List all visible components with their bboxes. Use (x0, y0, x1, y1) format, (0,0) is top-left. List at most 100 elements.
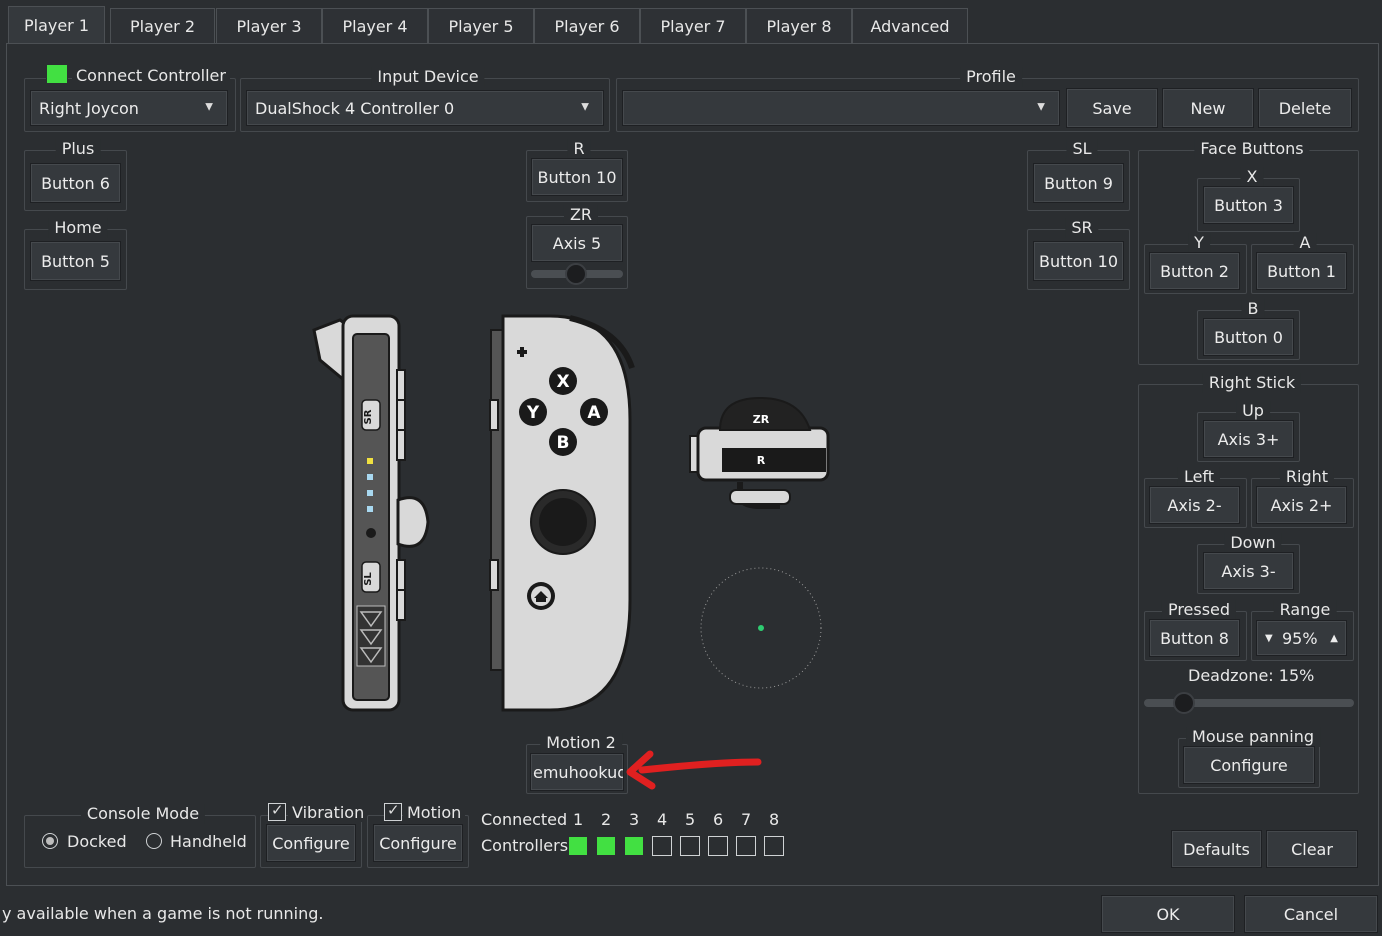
y-mapping-button[interactable]: Button 2 (1149, 252, 1240, 290)
stick-right-label: Right (1279, 467, 1335, 487)
tab-player-3[interactable]: Player 3 (216, 8, 322, 44)
controller-connected-indicator-5[interactable] (680, 836, 700, 856)
profile-select[interactable]: ▼ (622, 90, 1060, 126)
sl-label: SL (1066, 139, 1098, 159)
delete-profile-button[interactable]: Delete (1258, 88, 1352, 128)
zr-label: ZR (563, 205, 599, 225)
tab-player-8[interactable]: Player 8 (746, 8, 852, 44)
controller-connected-indicator-4[interactable] (652, 836, 672, 856)
connect-controller-checkbox[interactable] (46, 64, 68, 84)
red-arrow-annotation (626, 750, 762, 790)
sl-text: SL (363, 572, 374, 586)
zr-text: ZR (753, 413, 770, 426)
controller-connected-indicator-3[interactable] (624, 836, 644, 856)
console-mode-label: Console Mode (80, 804, 206, 824)
stick-right-mapping-button[interactable]: Axis 2+ (1256, 486, 1347, 524)
motion-configure-button[interactable]: Configure (373, 824, 463, 862)
controller-connected-indicator-2[interactable] (596, 836, 616, 856)
sr-text: SR (363, 409, 374, 424)
controller-number-1: 1 (573, 810, 584, 829)
handheld-radio[interactable] (146, 833, 162, 849)
controller-number-8: 8 (769, 810, 780, 829)
r-mapping-button[interactable]: Button 10 (531, 158, 623, 196)
stick-left-mapping-button[interactable]: Axis 2- (1149, 486, 1240, 524)
status-text: y available when a game is not running. (2, 904, 324, 923)
vibration-label: Vibration (288, 803, 369, 822)
tab-player-7[interactable]: Player 7 (640, 8, 746, 44)
stick-up-label: Up (1236, 401, 1270, 421)
r-text: R (757, 454, 766, 467)
plus-mapping-button[interactable]: Button 6 (30, 163, 121, 203)
deadzone-slider-handle[interactable] (1173, 692, 1195, 714)
right-stick-label: Right Stick (1202, 373, 1302, 393)
b-mapping-button[interactable]: Button 0 (1203, 318, 1294, 356)
motion2-mapping-button[interactable]: emuhookud (530, 753, 624, 791)
defaults-button[interactable]: Defaults (1171, 830, 1262, 868)
r-label: R (567, 139, 591, 159)
tab-player-6[interactable]: Player 6 (534, 8, 640, 44)
home-mapping-button[interactable]: Button 5 (30, 241, 121, 281)
clear-button[interactable]: Clear (1266, 830, 1358, 868)
tab-player-2[interactable]: Player 2 (110, 8, 215, 44)
chevron-down-icon: ▼ (581, 101, 589, 113)
zr-mapping-button[interactable]: Axis 5 (531, 224, 623, 262)
stick-down-mapping-button[interactable]: Axis 3- (1203, 552, 1294, 590)
connected-label: Connected (481, 810, 568, 829)
home-label: Home (48, 218, 108, 238)
controller-connected-indicator-8[interactable] (764, 836, 784, 856)
range-spinbox[interactable]: ▼ 95% ▲ (1256, 620, 1347, 656)
stick-left-label: Left (1177, 467, 1221, 487)
controller-connected-indicator-6[interactable] (708, 836, 728, 856)
tab-advanced[interactable]: Advanced (852, 8, 968, 44)
joycon-front-view: X Y A B (489, 314, 635, 712)
zr-slider-handle[interactable] (565, 263, 587, 285)
connect-controller-label: Connect Controller (72, 66, 230, 85)
motion2-label: Motion 2 (540, 733, 622, 753)
plus-label: Plus (55, 139, 101, 159)
tab-player-4[interactable]: Player 4 (322, 8, 428, 44)
controller-connected-indicator-7[interactable] (736, 836, 756, 856)
x-mapping-button[interactable]: Button 3 (1203, 186, 1294, 224)
mouse-panning-configure-button[interactable]: Configure (1183, 746, 1315, 784)
controller-number-5: 5 (685, 810, 696, 829)
controller-type-select[interactable]: Right Joycon ▼ (30, 90, 228, 126)
x-text: X (556, 372, 569, 392)
ok-button[interactable]: OK (1101, 895, 1235, 933)
save-profile-button[interactable]: Save (1066, 88, 1158, 128)
sr-mapping-button[interactable]: Button 10 (1033, 241, 1124, 281)
motion-checkbox[interactable]: ✓ (384, 801, 402, 821)
vibration-checkbox[interactable]: ✓ (268, 801, 286, 821)
input-device-label: Input Device (371, 67, 485, 87)
cancel-button[interactable]: Cancel (1244, 895, 1378, 933)
input-device-select[interactable]: DualShock 4 Controller 0 ▼ (246, 90, 604, 126)
spin-up-icon[interactable]: ▲ (1330, 633, 1338, 644)
joycon-top-view: ZR R (689, 396, 830, 509)
input-device-value: DualShock 4 Controller 0 (255, 98, 455, 118)
sl-mapping-button[interactable]: Button 9 (1033, 163, 1124, 203)
status-bar: y available when a game is not running. … (0, 893, 1382, 936)
a-mapping-button[interactable]: Button 1 (1256, 252, 1347, 290)
vibration-configure-button[interactable]: Configure (266, 824, 356, 862)
spin-down-icon[interactable]: ▼ (1265, 633, 1273, 644)
stick-range-label: Range (1273, 600, 1337, 620)
range-value: 95% (1282, 628, 1318, 648)
face-a-label: A (1293, 233, 1317, 253)
stick-up-mapping-button[interactable]: Axis 3+ (1203, 420, 1294, 458)
stick-pressed-mapping-button[interactable]: Button 8 (1149, 619, 1240, 657)
controller-connected-indicator-1[interactable] (568, 836, 588, 856)
docked-radio[interactable] (42, 833, 58, 849)
controller-number-7: 7 (741, 810, 752, 829)
controller-number-2: 2 (601, 810, 612, 829)
controller-number-4: 4 (657, 810, 668, 829)
joycon-side-view: SR SL (312, 314, 430, 712)
y-text: Y (526, 403, 540, 423)
profile-label: Profile (960, 67, 1022, 87)
stick-down-label: Down (1224, 533, 1282, 553)
new-profile-button[interactable]: New (1162, 88, 1254, 128)
tab-player-5[interactable]: Player 5 (428, 8, 534, 44)
motion-label: Motion (403, 803, 466, 822)
controller-type-value: Right Joycon (39, 98, 139, 118)
controllers-label: Controllers (481, 836, 569, 855)
tab-player-1[interactable]: Player 1 (8, 6, 105, 44)
docked-label: Docked (67, 832, 127, 851)
